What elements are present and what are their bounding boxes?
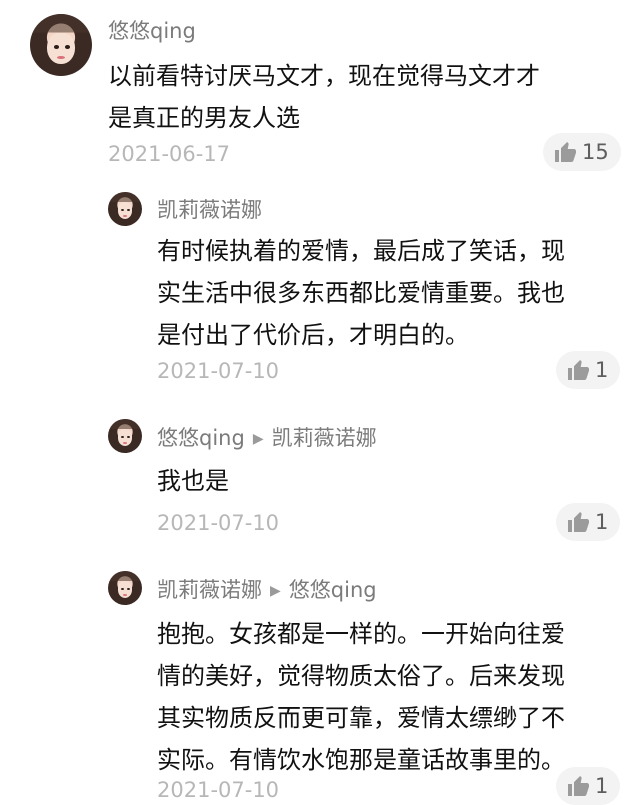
comment-top: 悠悠qing 以前看特讨厌马文才，现在觉得马文才才 是真正的男友人选 2021-…: [0, 0, 640, 180]
username[interactable]: 凯莉薇诺娜: [157, 578, 262, 602]
comment-date: 2021-07-10: [157, 511, 280, 535]
comment-text: 我也是: [157, 460, 627, 502]
like-count: 1: [595, 510, 609, 534]
reply-header: 凯莉薇诺娜 ▶ 悠悠qing: [157, 580, 377, 601]
comment-line: 是真正的男友人选: [108, 104, 300, 132]
avatar[interactable]: [108, 571, 142, 605]
comment-date: 2021-06-17: [108, 142, 231, 166]
reply-header: 悠悠qing ▶ 凯莉薇诺娜: [157, 428, 377, 449]
comment-text: 抱抱。女孩都是一样的。一开始向往爱 情的美好，觉得物质太俗了。后来发现 其实物质…: [157, 613, 627, 781]
comment-line: 实生活中很多东西都比爱情重要。我也: [157, 279, 565, 307]
reply-comment: 悠悠qing ▶ 凯莉薇诺娜 我也是 2021-07-10 1: [0, 405, 640, 555]
avatar[interactable]: [30, 14, 92, 76]
thumbs-up-icon: [568, 776, 589, 796]
username[interactable]: 悠悠qing: [157, 426, 245, 450]
like-count: 1: [595, 358, 609, 382]
comment-line: 抱抱。女孩都是一样的。一开始向往爱: [157, 620, 565, 648]
like-button[interactable]: 1: [556, 351, 621, 389]
like-count: 15: [582, 140, 609, 164]
comment-date: 2021-07-10: [157, 778, 280, 802]
triangle-right-icon: ▶: [252, 431, 264, 447]
reply-to-username[interactable]: 悠悠qing: [289, 578, 377, 602]
avatar[interactable]: [108, 419, 142, 453]
username[interactable]: 凯莉薇诺娜: [157, 200, 262, 221]
comment-text: 有时候执着的爱情，最后成了笑话，现 实生活中很多东西都比爱情重要。我也 是付出了…: [157, 230, 627, 356]
avatar[interactable]: [108, 192, 142, 226]
like-count: 1: [595, 774, 609, 798]
comment-line: 有时候执着的爱情，最后成了笑话，现: [157, 237, 565, 265]
thumbs-up-icon: [555, 142, 576, 162]
like-button[interactable]: 15: [543, 133, 621, 171]
thumbs-up-icon: [568, 512, 589, 532]
thumbs-up-icon: [568, 360, 589, 380]
comment-line: 实际。有情饮水饱那是童话故事里的。: [157, 746, 565, 774]
like-button[interactable]: 1: [556, 767, 621, 805]
reply-comment: 凯莉薇诺娜 ▶ 悠悠qing 抱抱。女孩都是一样的。一开始向往爱 情的美好，觉得物质…: [0, 555, 640, 805]
comment-text: 以前看特讨厌马文才，现在觉得马文才才 是真正的男友人选: [108, 55, 608, 139]
comment-line: 以前看特讨厌马文才，现在觉得马文才才: [108, 62, 540, 90]
reply-to-username[interactable]: 凯莉薇诺娜: [272, 426, 377, 450]
like-button[interactable]: 1: [556, 503, 621, 541]
triangle-right-icon: ▶: [270, 583, 281, 599]
username[interactable]: 悠悠qing: [108, 21, 196, 42]
comment-line: 情的美好，觉得物质太俗了。后来发现: [157, 662, 565, 690]
comment-line: 我也是: [157, 467, 229, 495]
comment-date: 2021-07-10: [157, 359, 280, 383]
reply-comment: 凯莉薇诺娜 有时候执着的爱情，最后成了笑话，现 实生活中很多东西都比爱情重要。我…: [0, 180, 640, 405]
comment-line: 其实物质反而更可靠，爱情太缥缈了不: [157, 704, 565, 732]
comment-line: 是付出了代价后，才明白的。: [157, 321, 469, 349]
